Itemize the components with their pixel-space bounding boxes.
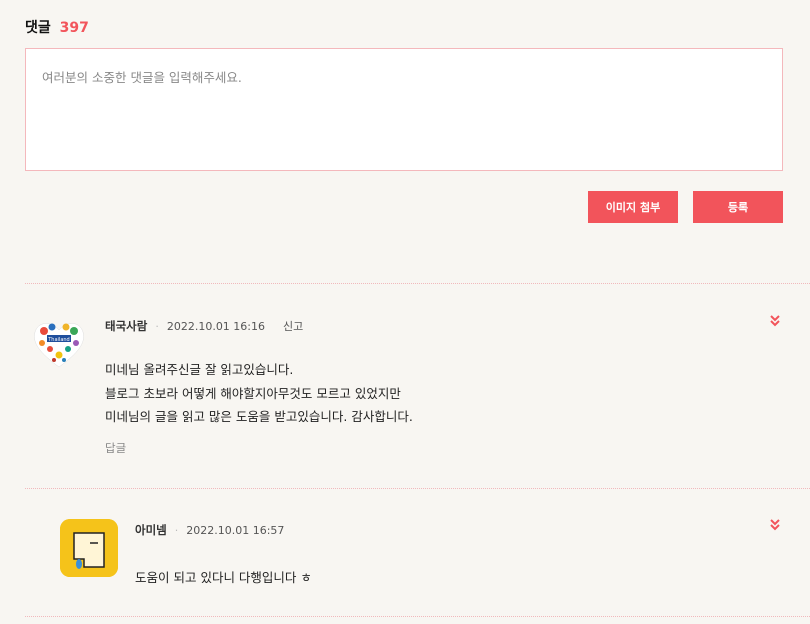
comment-meta-2: 아미넴 · 2022.10.01 16:57	[135, 522, 285, 538]
cartoon-face-icon	[60, 519, 118, 577]
chevron-down-icon[interactable]	[770, 519, 780, 531]
divider	[25, 488, 810, 489]
comment-input[interactable]: 여러분의 소중한 댓글을 입력해주세요.	[25, 48, 783, 171]
svg-text:Thailand: Thailand	[47, 337, 69, 343]
comment-count: 397	[59, 20, 89, 36]
comment-line: 미네님 올려주신글 잘 읽고있습니다.	[105, 362, 294, 377]
reply-link[interactable]: 답글	[105, 440, 126, 456]
comment-label: 댓글	[25, 20, 51, 36]
avatar-1[interactable]: Thailand	[30, 315, 88, 373]
attach-image-button[interactable]: 이미지 첨부	[588, 191, 678, 223]
comment-date: 2022.10.01 16:16	[166, 319, 266, 333]
comment-author[interactable]: 아미넴	[135, 522, 167, 538]
divider	[25, 616, 810, 617]
comment-line: 미네님의 글을 읽고 많은 도움을 받고있습니다. 감사합니다.	[105, 409, 413, 424]
comment-line: 도움이 되고 있다니 다행입니다 ㅎ	[135, 570, 312, 585]
comment-date: 2022.10.01 16:57	[186, 523, 285, 537]
comment-line: 블로그 초보라 어떻게 해야할지아무것도 모르고 있었지만	[105, 386, 401, 401]
comment-meta-1: 태국사람 · 2022.10.01 16:16 신고	[105, 318, 304, 334]
avatar-2[interactable]	[60, 519, 118, 577]
report-link[interactable]: 신고	[283, 318, 303, 334]
chevron-down-icon[interactable]	[770, 315, 780, 327]
heart-collage-icon: Thailand	[34, 323, 84, 368]
comment-author[interactable]: 태국사람	[105, 318, 147, 334]
submit-button[interactable]: 등록	[693, 191, 783, 223]
comment-count-header: 댓글 397	[25, 17, 89, 37]
divider	[25, 283, 810, 284]
comment-placeholder: 여러분의 소중한 댓글을 입력해주세요.	[42, 70, 242, 85]
